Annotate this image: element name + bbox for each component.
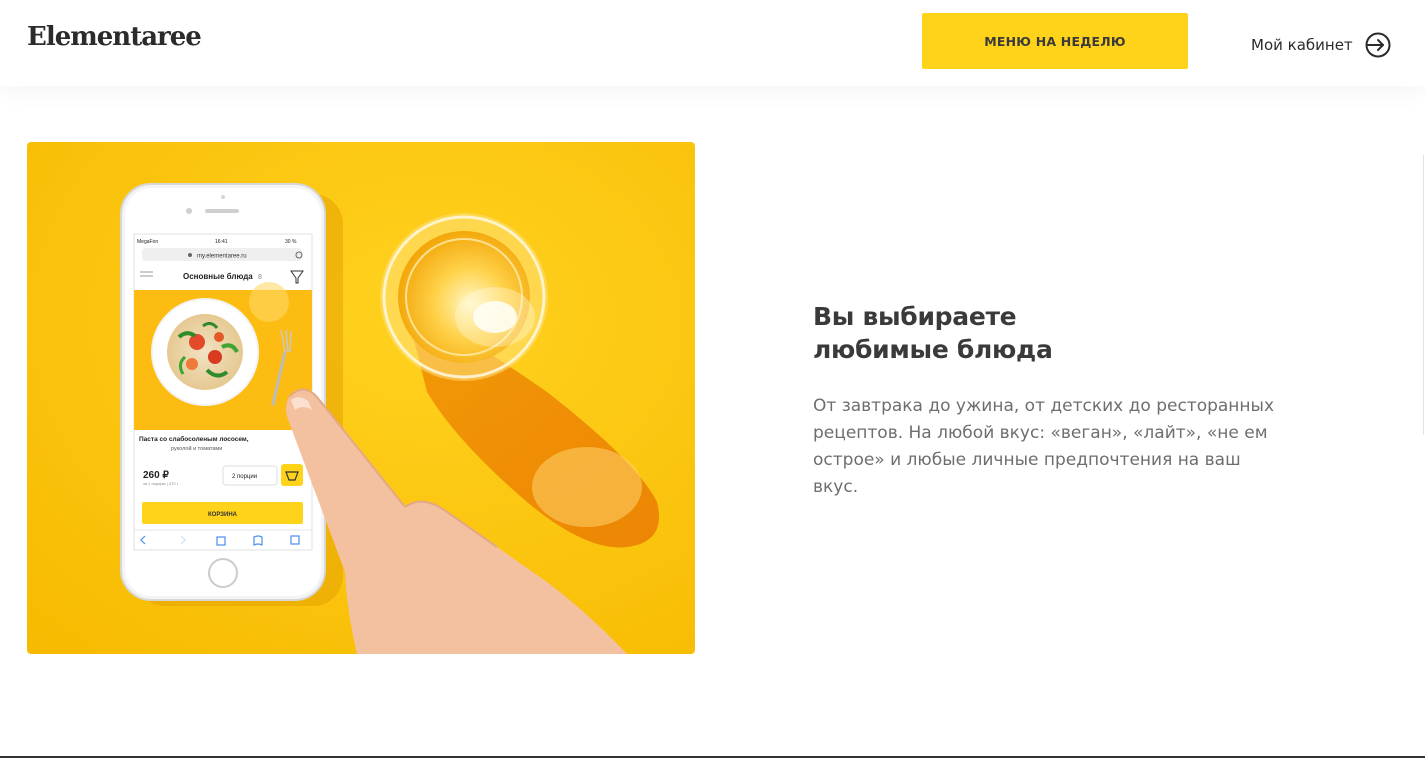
hero-illustration: MegaFon 16:41 30 % my.elementaree.ru Осн… — [27, 142, 695, 654]
phone-cart-button: КОРЗИНА — [208, 512, 238, 518]
site-header: Elementaree МЕНЮ НА НЕДЕЛЮ Мой кабинет — [0, 0, 1425, 86]
my-cabinet-label: Мой кабинет — [1251, 36, 1353, 54]
phone-dish-name-1: Паста со слабосоленым лососем, — [139, 435, 249, 443]
phone-url: my.elementaree.ru — [197, 254, 247, 260]
feature-description: От завтрака до ужина, от детских до рест… — [813, 396, 1275, 497]
phone-portions: 2 порции — [232, 474, 257, 480]
hero-image: MegaFon 16:41 30 % my.elementaree.ru Осн… — [27, 142, 695, 654]
phone-time: 16:41 — [215, 239, 228, 245]
phone-dish-name-2: руколой и томатами — [171, 445, 222, 452]
scroll-edge-line — [1423, 155, 1424, 435]
phone-section-count: 8 — [258, 274, 262, 281]
phone-price: 260 ₽ — [143, 470, 169, 481]
logo[interactable]: Elementaree — [27, 22, 202, 52]
phone-section-title: Основные блюда — [183, 272, 253, 281]
login-arrow-icon — [1365, 32, 1391, 58]
weekly-menu-button[interactable]: МЕНЮ НА НЕДЕЛЮ — [922, 13, 1188, 69]
my-cabinet-link[interactable]: Мой кабинет — [1251, 30, 1392, 60]
feature-title-line-2: любимые блюда — [813, 335, 1053, 364]
feature-title: Вы выбираете любимые блюда — [813, 300, 1173, 366]
phone-carrier: MegaFon — [137, 239, 158, 245]
feature-title-line-1: Вы выбираете — [813, 302, 1017, 331]
phone-battery: 30 % — [285, 239, 297, 245]
phone-price-note: за 1 порцию | 470 г — [143, 481, 179, 486]
